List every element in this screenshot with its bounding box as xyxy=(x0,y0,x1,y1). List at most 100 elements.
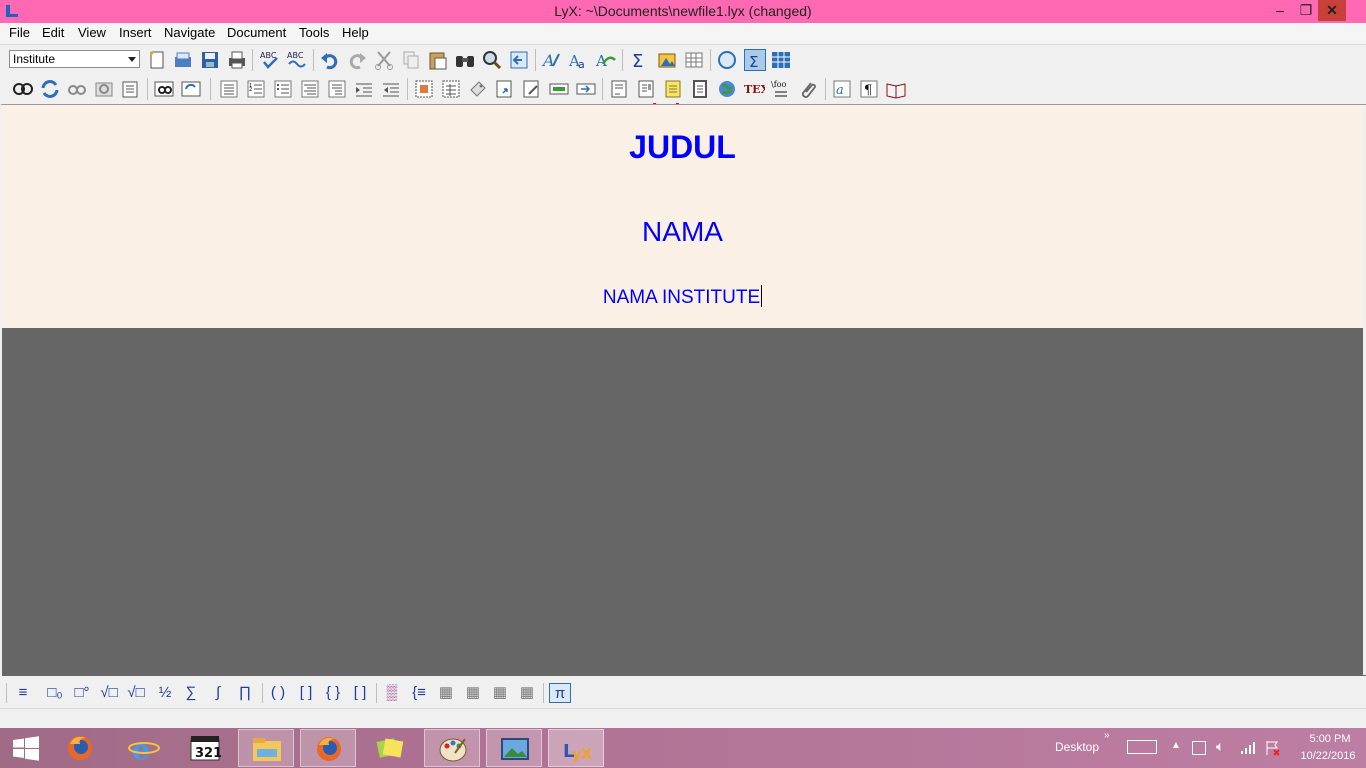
insert-marginal-note-icon[interactable] xyxy=(635,78,657,100)
insert-note-icon[interactable] xyxy=(662,78,684,100)
insert-nomenclature-icon[interactable] xyxy=(575,78,597,100)
insert-box-icon[interactable] xyxy=(689,78,711,100)
math-brackets-button[interactable]: [ ] xyxy=(295,683,317,703)
apply-change-icon[interactable]: A xyxy=(595,49,617,71)
thesaurus-icon[interactable]: ABC xyxy=(286,49,308,71)
menu-file[interactable]: File xyxy=(9,25,30,40)
navigator-compass-icon[interactable] xyxy=(716,49,738,71)
taskbar-paint[interactable] xyxy=(424,729,480,767)
insert-url-icon[interactable] xyxy=(716,78,738,100)
battery-icon[interactable] xyxy=(1192,741,1206,755)
math-delete-row-button[interactable]: ▦ xyxy=(489,683,511,703)
insert-tex-code-icon[interactable]: TEX xyxy=(743,78,765,100)
math-toggle-display-button[interactable]: ≡ xyxy=(12,683,34,703)
math-delete-column-button[interactable]: ▦ xyxy=(516,683,538,703)
menu-tools[interactable]: Tools xyxy=(299,25,329,40)
math-product-button[interactable]: ∏ xyxy=(234,683,256,703)
redo-icon[interactable] xyxy=(346,49,368,71)
taskbar-photos[interactable] xyxy=(486,729,542,767)
insert-math-macro-icon[interactable]: \foo xyxy=(770,78,792,100)
find-replace-icon[interactable] xyxy=(454,49,476,71)
table-panel-toggle-icon[interactable] xyxy=(770,49,792,71)
insert-figure-float-icon[interactable] xyxy=(413,78,435,100)
math-parentheses-button[interactable]: ( ) xyxy=(267,683,289,703)
menu-edit[interactable]: Edit xyxy=(42,25,64,40)
document-page[interactable]: JUDUL NAMA NAMA INSTITUTE xyxy=(2,105,1363,328)
print-icon[interactable] xyxy=(226,49,248,71)
math-cases-button[interactable]: {≡ xyxy=(408,683,430,703)
update-output-icon[interactable] xyxy=(39,78,61,100)
view-source-icon[interactable] xyxy=(153,78,175,100)
navigate-back-icon[interactable] xyxy=(508,49,530,71)
description-list-icon[interactable] xyxy=(299,78,321,100)
insert-cross-reference-icon[interactable] xyxy=(494,78,516,100)
insert-citation-icon[interactable] xyxy=(521,78,543,100)
math-subscript-button[interactable]: □₀ xyxy=(44,683,66,703)
math-add-row-button[interactable]: ▦ xyxy=(435,683,457,703)
restore-button[interactable]: ❐ xyxy=(1292,0,1320,21)
cut-icon[interactable] xyxy=(373,49,395,71)
insert-table-icon[interactable] xyxy=(683,49,705,71)
standard-paragraph-icon[interactable] xyxy=(218,78,240,100)
update-source-icon[interactable] xyxy=(180,78,202,100)
export-icon[interactable] xyxy=(120,78,142,100)
start-button[interactable] xyxy=(0,729,56,767)
math-delimiters-button[interactable]: [ ] xyxy=(349,683,371,703)
math-sum-button[interactable]: ∑ xyxy=(180,683,202,703)
taskbar-file-explorer[interactable] xyxy=(238,729,294,767)
math-superscript-button[interactable]: □° xyxy=(71,683,93,703)
math-panels-button[interactable]: π xyxy=(549,683,571,703)
paste-icon[interactable] xyxy=(427,49,449,71)
taskbar-lyx[interactable]: LyX xyxy=(548,729,604,767)
network-signal-icon[interactable] xyxy=(1240,741,1256,758)
paragraph-layout-select[interactable]: Institute xyxy=(9,50,140,68)
numbered-list-icon[interactable]: 12 xyxy=(245,78,267,100)
math-fraction-button[interactable]: ½ xyxy=(154,683,176,703)
touch-keyboard-icon[interactable] xyxy=(1127,740,1157,754)
math-sum-icon[interactable]: Σ xyxy=(628,49,650,71)
menu-insert[interactable]: Insert xyxy=(119,25,152,40)
paragraph-settings-icon[interactable]: ¶ xyxy=(858,78,880,100)
copy-icon[interactable] xyxy=(400,49,422,71)
clock-date[interactable]: 10/22/2016 xyxy=(1293,750,1363,762)
taskbar-sticky-notes[interactable] xyxy=(362,729,418,767)
math-panel-toggle-icon[interactable]: Σ xyxy=(744,49,766,71)
close-button[interactable]: ✕ xyxy=(1318,0,1346,21)
undo-icon[interactable] xyxy=(319,49,341,71)
search-icon[interactable] xyxy=(481,49,503,71)
show-hidden-icons-icon[interactable]: ▲ xyxy=(1171,740,1181,751)
insert-index-entry-icon[interactable] xyxy=(548,78,570,100)
menu-navigate[interactable]: Navigate xyxy=(164,25,215,40)
enumerate-paragraph-icon[interactable] xyxy=(326,78,348,100)
view-master-icon[interactable] xyxy=(66,78,88,100)
text-style-icon[interactable]: A xyxy=(541,49,563,71)
taskbar-firefox-pinned[interactable] xyxy=(52,729,108,767)
text-style-dialog-icon[interactable]: Aa xyxy=(568,49,590,71)
document-settings-icon[interactable] xyxy=(885,78,907,100)
save-icon[interactable] xyxy=(199,49,221,71)
new-document-icon[interactable] xyxy=(146,49,168,71)
insert-attachment-icon[interactable] xyxy=(797,78,819,100)
document-institute-line[interactable]: NAMA INSTITUTE xyxy=(2,285,1363,309)
math-nth-root-button[interactable]: √□ xyxy=(125,683,147,703)
math-matrix-button[interactable]: ▒ xyxy=(381,683,403,703)
minimize-button[interactable]: – xyxy=(1266,0,1294,21)
document-author[interactable]: NAMA xyxy=(2,216,1363,248)
spellcheck-icon[interactable]: ABC xyxy=(259,49,281,71)
volume-icon[interactable]: 🔈︎ xyxy=(1216,738,1224,755)
clock-time[interactable]: 5:00 PM xyxy=(1300,733,1360,745)
desktop-toolbar-label[interactable]: Desktop xyxy=(1055,740,1099,754)
taskbar-firefox[interactable] xyxy=(300,729,356,767)
math-braces-button[interactable]: { } xyxy=(322,683,344,703)
math-integral-button[interactable]: ∫ xyxy=(207,683,229,703)
action-center-flag-icon[interactable] xyxy=(1265,740,1281,759)
insert-graphics-icon[interactable] xyxy=(656,49,678,71)
bulleted-list-icon[interactable] xyxy=(272,78,294,100)
document-title[interactable]: JUDUL xyxy=(2,129,1363,166)
menu-document[interactable]: Document xyxy=(227,25,286,40)
taskbar-calendar-app[interactable]: 321 xyxy=(177,729,233,767)
insert-table-float-icon[interactable] xyxy=(440,78,462,100)
document-institute[interactable]: NAMA INSTITUTE xyxy=(603,287,760,308)
update-master-icon[interactable] xyxy=(93,78,115,100)
view-output-icon[interactable] xyxy=(12,78,34,100)
